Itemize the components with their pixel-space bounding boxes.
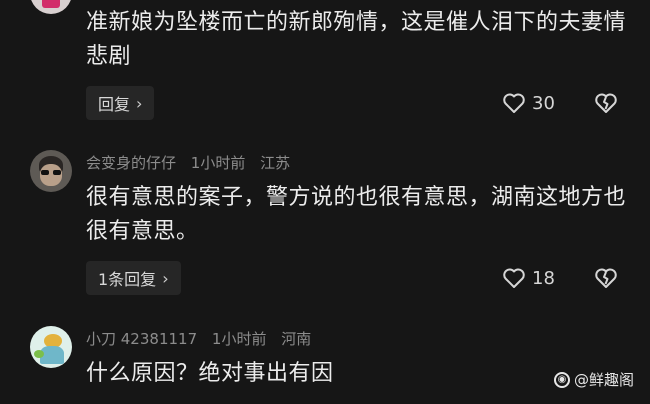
watermark-text: @鲜趣阁 bbox=[573, 371, 634, 389]
comment-text: 准新娘为坠楼而亡的新郎殉情，这是催人泪下的夫妻情悲剧 bbox=[86, 10, 627, 69]
watermark-logo-icon: ◉ bbox=[553, 371, 570, 388]
comment-text: 什么原因？绝对事出有因 bbox=[86, 361, 334, 386]
dislike-button[interactable] bbox=[594, 92, 618, 118]
chevron-right-icon: › bbox=[136, 93, 143, 113]
reply-label: 回复 bbox=[98, 95, 131, 114]
comment-meta: 小刀 42381117 1小时前 河南 bbox=[86, 328, 321, 349]
watermark: ◉ @鲜趣阁 bbox=[553, 369, 634, 390]
comment-meta: 会变身的仔仔 1小时前 江苏 bbox=[86, 152, 300, 173]
location: 河南 bbox=[281, 330, 312, 348]
broken-heart-icon bbox=[595, 268, 617, 288]
username[interactable]: 小刀 42381117 bbox=[86, 330, 197, 348]
timestamp: 1小时前 bbox=[211, 330, 267, 348]
broken-heart-icon bbox=[595, 93, 617, 113]
heart-outline-icon bbox=[503, 268, 525, 288]
like-button[interactable]: 18 bbox=[502, 267, 555, 289]
username[interactable]: 会变身的仔仔 bbox=[86, 154, 176, 172]
avatar[interactable] bbox=[30, 150, 72, 192]
chevron-right-icon: › bbox=[162, 268, 169, 288]
location: 江苏 bbox=[260, 154, 291, 172]
like-count: 18 bbox=[532, 267, 555, 289]
reply-label: 1条回复 bbox=[98, 270, 157, 289]
reply-button[interactable]: 1条回复 › bbox=[86, 261, 181, 295]
dislike-button[interactable] bbox=[594, 267, 618, 293]
comment-text: 很有意思的案子，警方说的也很有意思，湖南这地方也很有意思。 bbox=[86, 185, 627, 244]
like-count: 30 bbox=[532, 92, 555, 114]
avatar[interactable] bbox=[30, 0, 72, 14]
avatar[interactable] bbox=[30, 326, 72, 368]
reply-button[interactable]: 回复 › bbox=[86, 86, 155, 120]
like-button[interactable]: 30 bbox=[502, 92, 555, 114]
heart-outline-icon bbox=[503, 93, 525, 113]
timestamp: 1小时前 bbox=[190, 154, 246, 172]
